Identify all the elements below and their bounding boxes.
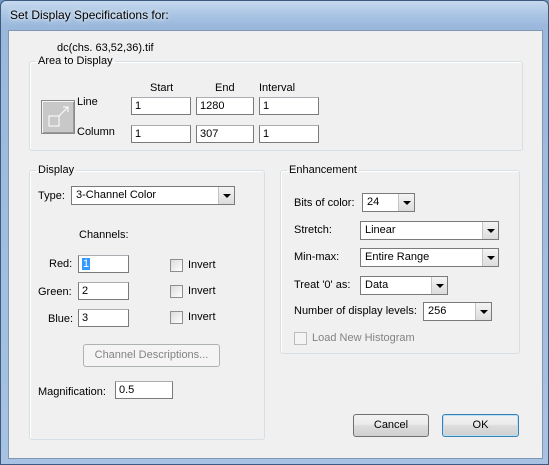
display-levels-value: 256 bbox=[428, 305, 447, 317]
enhancement-legend: Enhancement bbox=[289, 164, 357, 176]
magnification-input[interactable]: 0.5 bbox=[115, 381, 173, 399]
dialog-client-area: dc(chs. 63,52,36).tif Area to Display St… bbox=[8, 30, 543, 459]
blue-channel-input[interactable]: 3 bbox=[78, 309, 129, 327]
column-label: Column bbox=[77, 126, 115, 138]
type-dropdown[interactable]: 3-Channel Color bbox=[71, 186, 235, 205]
chevron-down-icon[interactable] bbox=[431, 277, 447, 294]
red-label: Red: bbox=[49, 258, 73, 270]
line-end-input[interactable]: 1280 bbox=[196, 97, 254, 115]
bits-of-color-dropdown[interactable]: 24 bbox=[362, 193, 415, 212]
treat-zero-label: Treat '0' as: bbox=[294, 279, 351, 291]
chevron-down-icon[interactable] bbox=[475, 303, 491, 320]
blue-invert-label: Invert bbox=[188, 311, 216, 323]
column-interval-input[interactable]: 1 bbox=[259, 125, 319, 143]
stretch-value: Linear bbox=[365, 224, 396, 236]
ok-button[interactable]: OK bbox=[442, 414, 519, 437]
channel-descriptions-button[interactable]: Channel Descriptions... bbox=[83, 344, 220, 367]
type-dropdown-value: 3-Channel Color bbox=[76, 189, 157, 201]
area-to-display-legend: Area to Display bbox=[38, 55, 113, 67]
blue-invert-checkbox[interactable] bbox=[170, 311, 183, 324]
red-channel-value: 1 bbox=[82, 258, 91, 270]
start-header: Start bbox=[150, 82, 174, 94]
bits-of-color-label: Bits of color: bbox=[294, 197, 355, 209]
interval-header: Interval bbox=[259, 82, 296, 94]
green-channel-input[interactable]: 2 bbox=[78, 282, 129, 300]
treat-zero-value: Data bbox=[365, 279, 389, 291]
chevron-down-icon[interactable] bbox=[398, 194, 414, 211]
chevron-down-icon[interactable] bbox=[218, 187, 234, 204]
chevron-down-icon[interactable] bbox=[482, 222, 498, 239]
red-invert-checkbox[interactable] bbox=[170, 259, 183, 272]
dialog-window: Set Display Specifications for: dc(chs. … bbox=[0, 0, 549, 465]
stretch-dropdown[interactable]: Linear bbox=[360, 221, 499, 240]
display-levels-dropdown[interactable]: 256 bbox=[423, 302, 492, 321]
green-label: Green: bbox=[38, 286, 72, 298]
red-invert-label: Invert bbox=[188, 259, 216, 271]
file-name: dc(chs. 63,52,36).tif bbox=[57, 42, 154, 54]
chevron-down-icon[interactable] bbox=[482, 249, 498, 266]
magnification-label: Magnification: bbox=[38, 386, 106, 398]
treat-zero-dropdown[interactable]: Data bbox=[360, 276, 448, 295]
display-levels-label: Number of display levels: bbox=[294, 305, 417, 317]
blue-label: Blue: bbox=[48, 313, 74, 325]
min-max-label: Min-max: bbox=[294, 251, 340, 263]
line-start-input[interactable]: 1 bbox=[131, 97, 191, 115]
min-max-dropdown[interactable]: Entire Range bbox=[360, 248, 499, 267]
channels-label: Channels: bbox=[79, 229, 129, 241]
area-selection-glyph bbox=[48, 106, 69, 127]
cancel-button[interactable]: Cancel bbox=[353, 414, 429, 437]
min-max-value: Entire Range bbox=[365, 251, 430, 263]
load-histogram-label: Load New Histogram bbox=[312, 332, 415, 344]
line-label: Line bbox=[77, 96, 98, 108]
display-legend: Display bbox=[38, 164, 75, 176]
stretch-label: Stretch: bbox=[294, 224, 332, 236]
title-bar[interactable]: Set Display Specifications for: bbox=[1, 1, 548, 29]
window-title: Set Display Specifications for: bbox=[10, 8, 169, 22]
line-interval-input[interactable]: 1 bbox=[259, 97, 319, 115]
column-end-input[interactable]: 307 bbox=[196, 125, 254, 143]
area-selection-icon[interactable] bbox=[41, 100, 75, 134]
red-channel-input[interactable]: 1 bbox=[78, 255, 129, 273]
column-start-input[interactable]: 1 bbox=[131, 125, 191, 143]
type-label: Type: bbox=[38, 190, 65, 202]
green-invert-label: Invert bbox=[188, 285, 216, 297]
end-header: End bbox=[215, 82, 235, 94]
green-invert-checkbox[interactable] bbox=[170, 285, 183, 298]
load-histogram-checkbox[interactable] bbox=[294, 332, 307, 345]
bits-of-color-value: 24 bbox=[367, 196, 380, 208]
